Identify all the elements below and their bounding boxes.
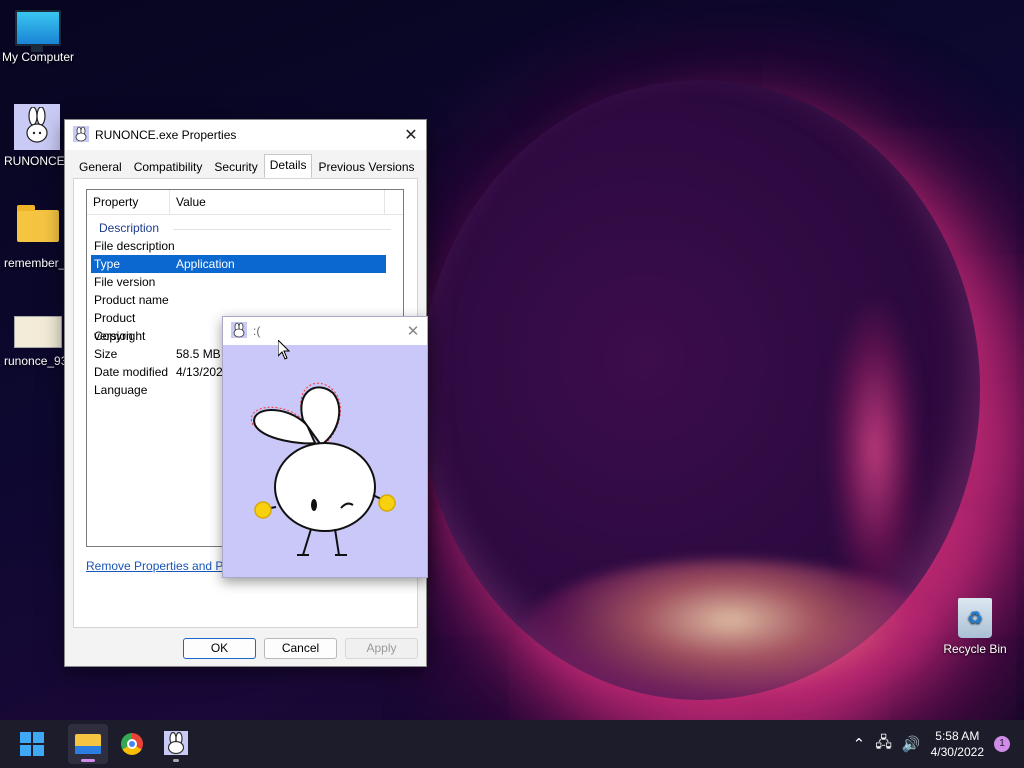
cancel-button[interactable]: Cancel bbox=[264, 638, 337, 659]
wallpaper-glow-right bbox=[830, 300, 920, 600]
list-item[interactable]: File version bbox=[91, 273, 386, 291]
column-header-value[interactable]: Value bbox=[170, 190, 385, 214]
start-button[interactable] bbox=[12, 724, 52, 764]
popup-title: :( bbox=[253, 324, 261, 338]
desktop-icon-label: Recycle Bin bbox=[943, 642, 1007, 656]
popup-titlebar[interactable]: :( ✕ bbox=[223, 317, 427, 345]
bunny-icon bbox=[231, 321, 247, 341]
taskbar-runonce[interactable] bbox=[156, 724, 196, 764]
dialog-titlebar[interactable]: RUNONCE.exe Properties ✕ bbox=[65, 120, 426, 150]
recycle-bin-icon: ♻ bbox=[958, 598, 992, 638]
close-icon[interactable]: ✕ bbox=[399, 322, 427, 340]
tab-general[interactable]: General bbox=[73, 156, 128, 178]
clock-date: 4/30/2022 bbox=[930, 745, 984, 759]
tab-details[interactable]: Details bbox=[263, 154, 313, 178]
chrome-icon bbox=[121, 733, 143, 755]
chevron-up-icon[interactable]: ⌃ bbox=[853, 735, 866, 753]
computer-icon bbox=[15, 10, 61, 52]
active-indicator bbox=[81, 759, 95, 762]
list-header: Property Value bbox=[87, 190, 403, 215]
file-explorer-icon bbox=[75, 734, 101, 754]
tab-previous-versions[interactable]: Previous Versions bbox=[312, 156, 420, 178]
sad-popup-window: :( ✕ bbox=[222, 316, 428, 578]
volume-icon[interactable]: 🔊 bbox=[902, 735, 921, 753]
desktop-icon-label: My Computer bbox=[1, 50, 75, 64]
network-icon[interactable]: 🖧 bbox=[875, 732, 892, 757]
tab-compatibility[interactable]: Compatibility bbox=[128, 156, 209, 178]
system-tray: ⌃ 🖧 🔊 5:58 AM 4/30/2022 1 bbox=[853, 728, 1024, 760]
desktop-icon-recycle-bin[interactable]: ♻ Recycle Bin bbox=[937, 598, 1013, 656]
list-item[interactable]: File description bbox=[91, 237, 386, 255]
list-item-selected[interactable]: Type Application bbox=[91, 255, 386, 273]
windows-logo-icon bbox=[20, 732, 44, 756]
image-thumbnail-icon bbox=[14, 316, 62, 348]
notification-badge[interactable]: 1 bbox=[994, 736, 1010, 752]
close-icon[interactable]: ✕ bbox=[396, 125, 426, 145]
taskbar: ⌃ 🖧 🔊 5:58 AM 4/30/2022 1 bbox=[0, 720, 1024, 768]
desktop-icon-my-computer[interactable]: My Computer bbox=[0, 10, 76, 64]
bunny-icon bbox=[73, 125, 89, 145]
taskbar-file-explorer[interactable] bbox=[68, 724, 108, 764]
bunny-icon bbox=[14, 104, 60, 150]
ok-button[interactable]: OK bbox=[183, 638, 256, 659]
bunny-illustration bbox=[250, 382, 396, 556]
clock-time: 5:58 AM bbox=[935, 729, 980, 743]
group-header-description: Description bbox=[87, 215, 403, 237]
tab-bar: General Compatibility Security Details P… bbox=[73, 154, 421, 178]
taskbar-chrome[interactable] bbox=[112, 724, 152, 764]
tab-security[interactable]: Security bbox=[208, 156, 263, 178]
folder-icon bbox=[17, 205, 59, 242]
column-header-property[interactable]: Property bbox=[87, 190, 170, 214]
apply-button[interactable]: Apply bbox=[345, 638, 418, 659]
bunny-icon bbox=[164, 730, 188, 758]
mouse-cursor-icon bbox=[278, 340, 290, 360]
running-indicator bbox=[173, 759, 179, 762]
dialog-title: RUNONCE.exe Properties bbox=[95, 128, 237, 142]
clock[interactable]: 5:58 AM 4/30/2022 bbox=[931, 728, 984, 760]
list-item[interactable]: Product name bbox=[91, 291, 386, 309]
